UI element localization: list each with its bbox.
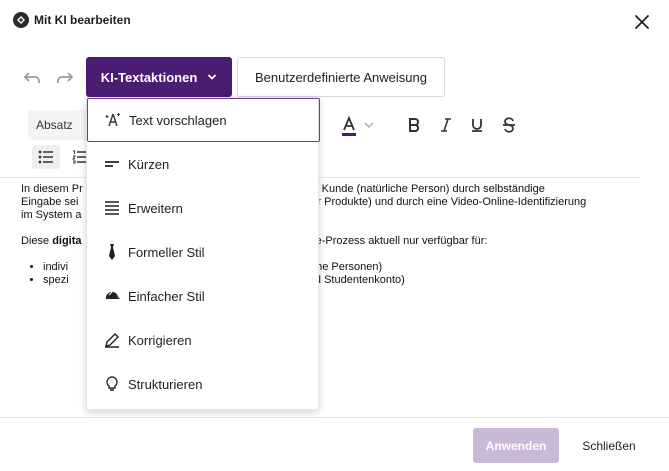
li1-start: indivi — [43, 261, 69, 273]
bold-button[interactable] — [404, 115, 424, 135]
lightbulb-icon — [103, 375, 121, 393]
ki-textactions-label: KI-Textaktionen — [100, 69, 198, 85]
cap-icon — [103, 287, 121, 305]
ai-logo-icon — [13, 12, 29, 28]
menu-item-formeller-stil[interactable]: Formeller Stil — [87, 230, 320, 274]
li2-start: spezi — [43, 274, 69, 286]
bullet-list-button[interactable] — [32, 145, 60, 169]
p2-bold: digita — [52, 235, 82, 247]
menu-item-label: Kürzen — [128, 156, 170, 172]
p1-line3-start: im System a — [21, 209, 82, 221]
menu-item-strukturieren[interactable]: Strukturieren — [87, 362, 320, 406]
italic-icon — [441, 118, 451, 132]
p1-line1-start: In diesem Pr — [21, 183, 83, 195]
menu-item-kuerzen[interactable]: Kürzen — [87, 142, 320, 186]
ai-toolbar: KI-Textaktionen Benutzerdefinierte Anwei… — [0, 56, 669, 98]
pencil-icon — [103, 331, 121, 349]
menu-item-label: Erweitern — [128, 200, 183, 216]
shorten-icon — [103, 155, 121, 173]
menu-item-text-vorschlagen[interactable]: Text vorschlagen — [87, 98, 320, 142]
redo-icon[interactable] — [56, 68, 74, 86]
underline-icon — [472, 119, 482, 132]
font-color-icon[interactable] — [339, 115, 359, 137]
menu-item-erweitern[interactable]: Erweitern — [87, 186, 320, 230]
menu-item-label: Text vorschlagen — [129, 112, 227, 128]
menu-item-label: Formeller Stil — [128, 244, 205, 260]
strikethrough-icon — [503, 117, 515, 133]
paragraph-style-value: Absatz — [36, 118, 73, 132]
apply-button[interactable]: Anwenden — [473, 428, 559, 463]
menu-item-label: Einfacher Stil — [128, 288, 205, 304]
list-buttons — [28, 143, 88, 171]
tie-icon — [103, 243, 121, 261]
apply-label: Anwenden — [485, 438, 547, 453]
chevron-down-icon[interactable] — [363, 119, 375, 131]
dialog-title: Mit KI bearbeiten — [34, 13, 131, 27]
footer-divider — [0, 417, 669, 418]
ki-textactions-menu: Text vorschlagen Kürzen Erweitern Formel… — [86, 97, 320, 410]
custom-instruction-button[interactable]: Benutzerdefinierte Anweisung — [237, 57, 445, 97]
dialog-header: Mit KI bearbeiten — [0, 0, 669, 44]
menu-item-einfacher-stil[interactable]: Einfacher Stil — [87, 274, 320, 318]
close-label: Schließen — [582, 438, 636, 453]
p2-start: Diese — [21, 235, 53, 247]
p1-line2-start: Eingabe sei — [21, 196, 79, 208]
close-icon[interactable] — [632, 12, 652, 32]
ki-textactions-button[interactable]: KI-Textaktionen — [86, 57, 232, 97]
expand-icon — [103, 199, 121, 217]
chevron-down-icon — [208, 74, 217, 80]
italic-button[interactable] — [436, 115, 456, 135]
bold-icon — [409, 118, 420, 132]
strikethrough-button[interactable] — [499, 115, 519, 135]
custom-instruction-label: Benutzerdefinierte Anweisung — [254, 69, 427, 85]
undo-icon[interactable] — [23, 68, 41, 86]
close-button[interactable]: Schließen — [568, 428, 650, 463]
bullet-list-icon — [38, 150, 53, 164]
underline-button[interactable] — [467, 115, 487, 135]
menu-item-label: Strukturieren — [128, 376, 203, 392]
p1-line2-end: ewählter Produkte) und durch eine Video-… — [279, 196, 587, 208]
menu-item-korrigieren[interactable]: Korrigieren — [87, 318, 320, 362]
sparkle-icon — [104, 111, 122, 129]
menu-item-label: Korrigieren — [128, 332, 192, 348]
p2-end: ne-Prozess aktuell nur verfügbar für: — [309, 235, 488, 247]
